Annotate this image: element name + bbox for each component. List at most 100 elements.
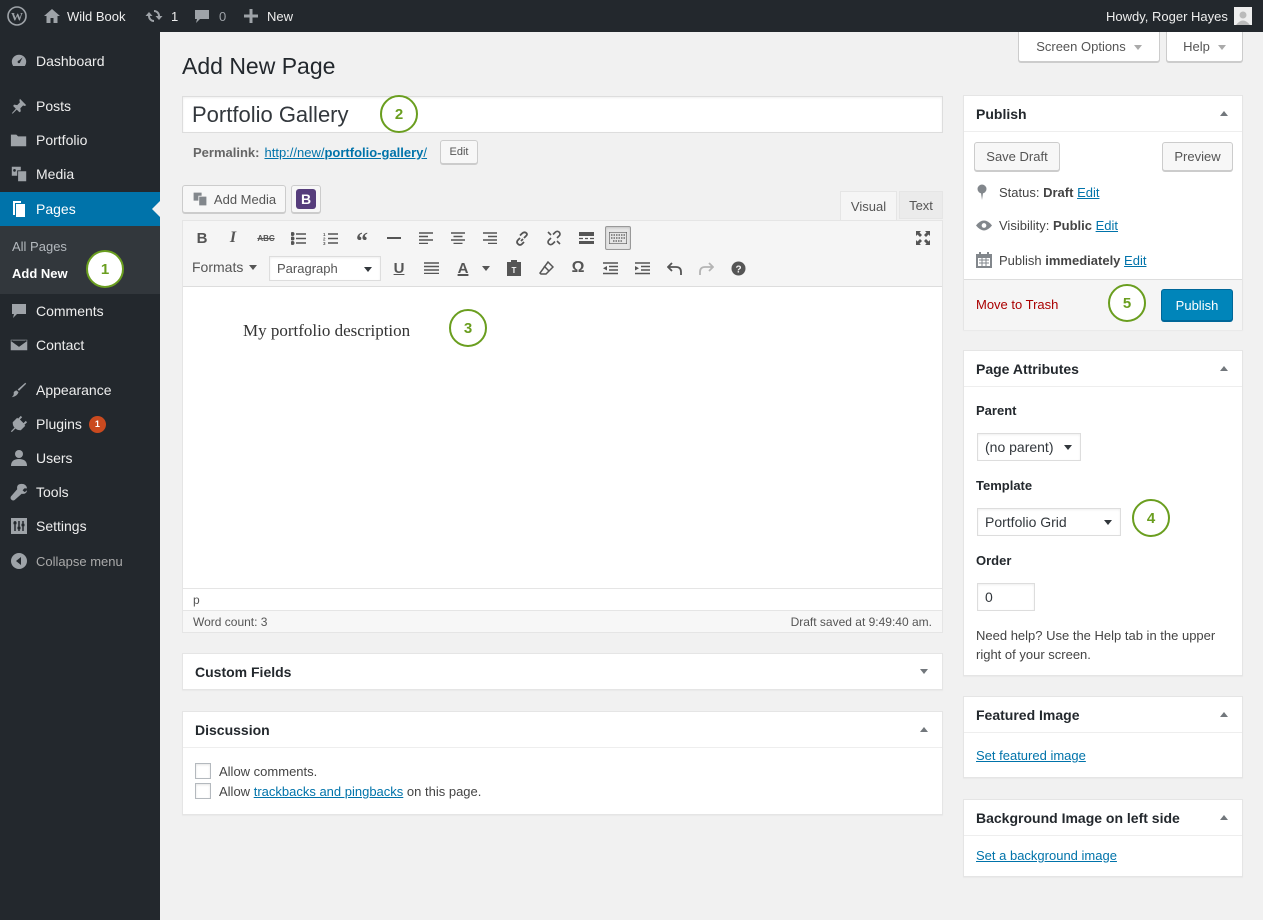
collapse-menu-button[interactable]: Collapse menu bbox=[0, 544, 160, 578]
align-center-icon[interactable] bbox=[447, 227, 469, 249]
bold-icon[interactable]: B bbox=[191, 227, 213, 249]
schedule-edit-link[interactable]: Edit bbox=[1124, 253, 1146, 268]
tab-visual[interactable]: Visual bbox=[840, 191, 897, 220]
paste-as-text-icon[interactable]: T bbox=[503, 257, 525, 279]
fullscreen-icon[interactable] bbox=[912, 227, 934, 249]
sidebar-item-appearance[interactable]: Appearance bbox=[0, 373, 160, 407]
move-to-trash-link[interactable]: Move to Trash bbox=[976, 297, 1058, 312]
special-character-icon[interactable]: Ω bbox=[567, 257, 589, 279]
redo-icon[interactable] bbox=[695, 257, 717, 279]
comments-link[interactable]: 0 bbox=[194, 0, 226, 32]
bootstrap-shortcodes-button[interactable]: B bbox=[291, 185, 321, 213]
submenu-all-pages[interactable]: All Pages bbox=[12, 239, 67, 254]
screen-options-button[interactable]: Screen Options bbox=[1018, 32, 1160, 62]
page-attributes-help: Need help? Use the Help tab in the upper… bbox=[976, 628, 1216, 662]
unlink-icon[interactable] bbox=[543, 227, 565, 249]
bulleted-list-icon[interactable] bbox=[287, 227, 309, 249]
schedule-row: Publish immediately Edit bbox=[976, 252, 1146, 268]
my-account-link[interactable]: Howdy, Roger Hayes bbox=[1106, 0, 1252, 32]
template-select[interactable]: Portfolio Grid bbox=[977, 508, 1121, 536]
parent-label: Parent bbox=[976, 403, 1017, 418]
publish-header[interactable]: Publish bbox=[964, 96, 1242, 132]
sidebar-item-media[interactable]: Media bbox=[0, 157, 160, 191]
background-image-header[interactable]: Background Image on left side bbox=[964, 800, 1242, 836]
sidebar-item-posts[interactable]: Posts bbox=[0, 89, 160, 123]
comments-count: 0 bbox=[219, 8, 227, 24]
page-title: Add New Page bbox=[182, 53, 336, 79]
numbered-list-icon[interactable]: 123 bbox=[319, 227, 341, 249]
new-content-link[interactable]: New bbox=[244, 0, 293, 32]
permalink-row: Permalink: http://new/portfolio-gallery/ bbox=[193, 145, 427, 160]
blockquote-icon[interactable]: “ bbox=[351, 227, 373, 255]
sidebar-item-pages[interactable]: Pages bbox=[0, 192, 160, 226]
allow-comments-checkbox[interactable] bbox=[195, 763, 211, 779]
menu-order-input[interactable]: 0 bbox=[977, 583, 1035, 611]
toggle-arrow-icon[interactable] bbox=[920, 669, 928, 678]
wordpress-logo-icon[interactable]: W bbox=[7, 0, 29, 32]
toggle-arrow-icon[interactable] bbox=[920, 723, 928, 732]
strikethrough-icon[interactable]: ABC bbox=[255, 227, 277, 249]
status-edit-link[interactable]: Edit bbox=[1077, 185, 1099, 200]
underline-icon[interactable]: U bbox=[388, 257, 410, 279]
submenu-add-new[interactable]: Add New bbox=[12, 266, 68, 281]
post-title-input[interactable]: Portfolio Gallery bbox=[182, 96, 943, 133]
indent-icon[interactable] bbox=[631, 257, 653, 279]
undo-icon[interactable] bbox=[663, 257, 685, 279]
parent-select[interactable]: (no parent) bbox=[977, 433, 1081, 461]
comment-icon bbox=[194, 9, 210, 24]
featured-image-box: Featured Image Set featured image bbox=[963, 696, 1243, 778]
clear-formatting-icon[interactable] bbox=[535, 257, 557, 279]
featured-image-header[interactable]: Featured Image bbox=[964, 697, 1242, 733]
status-row: Status: Draft Edit bbox=[976, 184, 1099, 200]
set-featured-image-link[interactable]: Set featured image bbox=[976, 748, 1086, 763]
publish-box: Publish Save Draft Preview Status: Draft… bbox=[963, 95, 1243, 330]
horizontal-line-icon[interactable] bbox=[383, 227, 405, 249]
italic-icon[interactable]: I bbox=[222, 227, 244, 249]
read-more-icon[interactable] bbox=[575, 227, 597, 249]
align-right-icon[interactable] bbox=[479, 227, 501, 249]
editor-content-paragraph[interactable]: My portfolio description bbox=[243, 321, 410, 341]
outdent-icon[interactable] bbox=[599, 257, 621, 279]
chevron-down-icon[interactable] bbox=[482, 266, 490, 275]
order-label: Order bbox=[976, 553, 1012, 568]
sidebar-item-plugins[interactable]: Plugins 1 bbox=[0, 407, 160, 441]
sidebar-item-dashboard[interactable]: Dashboard bbox=[0, 44, 160, 78]
keyboard-shortcuts-help-icon[interactable]: ? bbox=[727, 257, 749, 279]
toggle-arrow-icon[interactable] bbox=[1220, 362, 1228, 371]
justify-icon[interactable] bbox=[420, 257, 442, 279]
sidebar-item-contact[interactable]: Contact bbox=[0, 328, 160, 362]
background-image-box: Background Image on left side Set a back… bbox=[963, 799, 1243, 877]
permalink-edit-button[interactable]: Edit bbox=[440, 140, 478, 164]
align-left-icon[interactable] bbox=[415, 227, 437, 249]
custom-fields-header[interactable]: Custom Fields bbox=[183, 654, 942, 690]
toggle-arrow-icon[interactable] bbox=[1220, 107, 1228, 116]
discussion-header[interactable]: Discussion bbox=[183, 712, 942, 748]
text-color-icon[interactable]: A bbox=[452, 257, 474, 279]
publish-button[interactable]: Publish bbox=[1161, 289, 1233, 321]
preview-button[interactable]: Preview bbox=[1162, 142, 1233, 171]
set-background-image-link[interactable]: Set a background image bbox=[976, 848, 1117, 863]
toggle-arrow-icon[interactable] bbox=[1220, 811, 1228, 820]
updates-link[interactable]: 1 bbox=[145, 0, 178, 32]
permalink-link[interactable]: http://new/portfolio-gallery/ bbox=[264, 145, 427, 160]
formats-dropdown[interactable]: Formats bbox=[192, 259, 258, 275]
add-media-button[interactable]: Add Media bbox=[182, 185, 286, 213]
trackbacks-link[interactable]: trackbacks and pingbacks bbox=[254, 784, 404, 799]
paragraph-format-select[interactable]: Paragraph bbox=[269, 256, 381, 281]
toolbar-toggle-icon[interactable] bbox=[605, 226, 631, 250]
page-attributes-header[interactable]: Page Attributes bbox=[964, 351, 1242, 387]
sidebar-item-tools[interactable]: Tools bbox=[0, 475, 160, 509]
help-button[interactable]: Help bbox=[1166, 32, 1243, 62]
link-icon[interactable] bbox=[511, 227, 533, 249]
allow-pings-checkbox[interactable] bbox=[195, 783, 211, 799]
sidebar-item-portfolio[interactable]: Portfolio bbox=[0, 123, 160, 157]
sidebar-item-users[interactable]: Users bbox=[0, 441, 160, 475]
sidebar-item-comments[interactable]: Comments bbox=[0, 294, 160, 328]
wrench-icon bbox=[0, 483, 36, 501]
sidebar-item-settings[interactable]: Settings bbox=[0, 509, 160, 543]
visibility-edit-link[interactable]: Edit bbox=[1096, 218, 1118, 233]
tab-text[interactable]: Text bbox=[899, 191, 943, 219]
toggle-arrow-icon[interactable] bbox=[1220, 708, 1228, 717]
save-draft-button[interactable]: Save Draft bbox=[974, 142, 1060, 171]
site-name-link[interactable]: Wild Book bbox=[44, 0, 126, 32]
